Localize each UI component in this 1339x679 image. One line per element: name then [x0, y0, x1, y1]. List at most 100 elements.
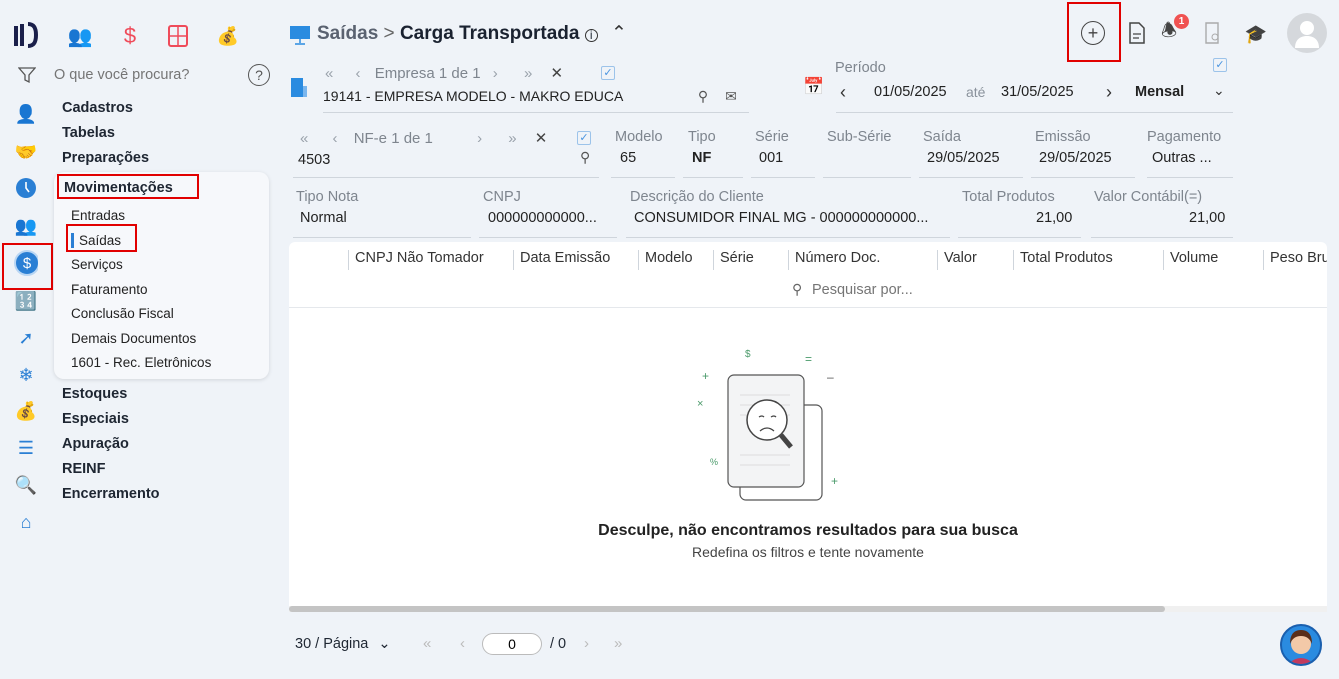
menu-tabelas[interactable]: Tabelas — [62, 125, 115, 141]
submenu-rec-eletronicos[interactable]: 1601 - Rec. Eletrônicos — [71, 355, 211, 370]
nfe-value[interactable]: 4503 — [298, 152, 330, 168]
menu-cadastros[interactable]: Cadastros — [62, 100, 133, 116]
prev-button[interactable]: ‹ — [356, 65, 361, 82]
nfe-checkbox[interactable]: ✓ — [577, 131, 591, 145]
menu-encerramento[interactable]: Encerramento — [62, 486, 160, 502]
breadcrumb-parent[interactable]: Saídas — [317, 23, 378, 44]
submenu-servicos[interactable]: Serviços — [71, 257, 123, 272]
menu-preparacoes[interactable]: Preparações — [62, 150, 149, 166]
next-button[interactable]: › — [493, 65, 498, 82]
breadcrumb-separator: > — [383, 23, 395, 44]
divider — [751, 177, 815, 178]
collapse-chevron-icon[interactable]: ⌃ — [611, 23, 627, 44]
handshake-icon[interactable]: 🤝 — [14, 140, 38, 164]
search-icon[interactable]: ⚲ — [694, 87, 712, 105]
money-bag-icon[interactable]: 💰 — [210, 20, 246, 52]
menu-especiais[interactable]: Especiais — [62, 411, 129, 427]
empresa-checkbox[interactable]: ✓ — [601, 66, 615, 80]
periodo-mode-select[interactable]: Mensal — [1135, 84, 1184, 100]
avatar[interactable] — [1287, 13, 1327, 53]
layers-icon[interactable]: ☰ — [14, 436, 38, 460]
periodo-checkbox[interactable]: ✓ — [1213, 58, 1227, 72]
column-header[interactable]: Peso Bru — [1263, 250, 1327, 270]
last-button[interactable]: » — [508, 130, 516, 147]
table-search-input[interactable] — [812, 280, 1012, 300]
field-label: Descrição do Cliente — [630, 189, 764, 205]
first-page-button[interactable]: « — [423, 635, 431, 652]
per-page-select[interactable]: 30 / Página ⌄ — [295, 636, 391, 652]
network-icon[interactable]: ❄ — [14, 363, 38, 387]
info-icon[interactable]: i — [584, 29, 598, 42]
dollar-icon[interactable]: $ — [112, 20, 148, 52]
submenu-demais-documentos[interactable]: Demais Documentos — [71, 331, 196, 346]
scrollbar-thumb[interactable] — [289, 606, 1165, 612]
horizontal-scrollbar[interactable] — [289, 606, 1327, 612]
field-value: 65 — [620, 150, 637, 166]
column-header[interactable]: Modelo — [638, 250, 693, 270]
periodo-to[interactable]: 31/05/2025 — [1001, 84, 1074, 100]
money-bag-side-icon[interactable]: 💰 — [14, 399, 38, 423]
menu-estoques[interactable]: Estoques — [62, 386, 127, 402]
growth-icon[interactable]: ➚ — [14, 326, 38, 350]
users-icon[interactable]: 👥 — [62, 20, 98, 52]
column-header[interactable]: Número Doc. — [788, 250, 880, 270]
highlight-box — [66, 224, 137, 252]
submenu-faturamento[interactable]: Faturamento — [71, 282, 148, 297]
field-value: 000000000000... — [488, 210, 597, 226]
prev-button[interactable]: ‹ — [333, 130, 338, 147]
team-icon[interactable]: 👥 — [14, 214, 38, 238]
divider — [958, 237, 1081, 238]
submenu-conclusao-fiscal[interactable]: Conclusão Fiscal — [71, 306, 174, 321]
periodo-label: Período — [835, 60, 886, 76]
column-header[interactable]: Volume — [1163, 250, 1218, 270]
menu-apuracao[interactable]: Apuração — [62, 436, 129, 452]
clock-icon[interactable] — [14, 176, 38, 200]
last-button[interactable]: » — [524, 65, 532, 82]
divider — [1091, 237, 1233, 238]
submenu-entradas[interactable]: Entradas — [71, 208, 125, 223]
periodo-prev[interactable]: ‹ — [840, 82, 846, 103]
graduation-cap-icon[interactable]: 🎓 — [1243, 22, 1269, 46]
building-icon — [289, 75, 309, 99]
clear-icon[interactable]: ✕ — [535, 130, 548, 147]
prev-page-button[interactable]: ‹ — [460, 635, 465, 652]
column-header[interactable]: Valor — [937, 250, 977, 270]
page-input[interactable] — [482, 633, 542, 655]
column-header[interactable]: Data Emissão — [513, 250, 610, 270]
help-icon[interactable]: ? — [248, 64, 270, 86]
document-search-icon[interactable] — [1202, 21, 1224, 45]
calculator-side-icon[interactable]: 🔢 — [14, 289, 38, 313]
divider — [683, 177, 743, 178]
chevron-down-icon[interactable]: ⌄ — [1213, 82, 1225, 99]
last-page-button[interactable]: » — [614, 635, 622, 652]
highlight-box — [57, 174, 199, 199]
mail-icon[interactable]: ✉ — [722, 87, 740, 105]
filter-icon[interactable] — [16, 64, 38, 86]
user-settings-icon[interactable]: 👤 — [14, 102, 38, 126]
app-logo — [14, 22, 40, 48]
search-side-icon[interactable]: 🔍 — [14, 473, 38, 497]
clear-icon[interactable]: ✕ — [550, 65, 563, 82]
periodo-next[interactable]: › — [1106, 82, 1112, 103]
calendar-icon: 📅 — [803, 77, 825, 96]
highlight-box — [1067, 2, 1121, 62]
empresa-value[interactable]: 19141 - EMPRESA MODELO - MAKRO EDUCA — [323, 88, 623, 104]
next-page-button[interactable]: › — [584, 635, 589, 652]
periodo-from[interactable]: 01/05/2025 — [874, 84, 947, 100]
first-button[interactable]: « — [325, 65, 333, 82]
column-header[interactable]: Série — [713, 250, 754, 270]
menu-reinf[interactable]: REINF — [62, 461, 106, 477]
menu-search-input[interactable] — [54, 64, 234, 86]
home-icon[interactable]: ⌂ — [14, 510, 38, 534]
search-icon[interactable]: ⚲ — [580, 149, 590, 166]
document-icon[interactable] — [1126, 21, 1148, 45]
assistant-avatar[interactable] — [1280, 624, 1322, 666]
search-icon: ⚲ — [792, 281, 803, 297]
column-header[interactable]: Total Produtos — [1013, 250, 1113, 270]
column-header[interactable]: CNPJ Não Tomador — [348, 250, 484, 270]
field-value: Outras ... — [1152, 150, 1212, 166]
next-button[interactable]: › — [477, 130, 482, 147]
first-button[interactable]: « — [300, 130, 308, 147]
calculator-icon[interactable] — [160, 20, 196, 52]
field-value: 29/05/2025 — [1039, 150, 1112, 166]
